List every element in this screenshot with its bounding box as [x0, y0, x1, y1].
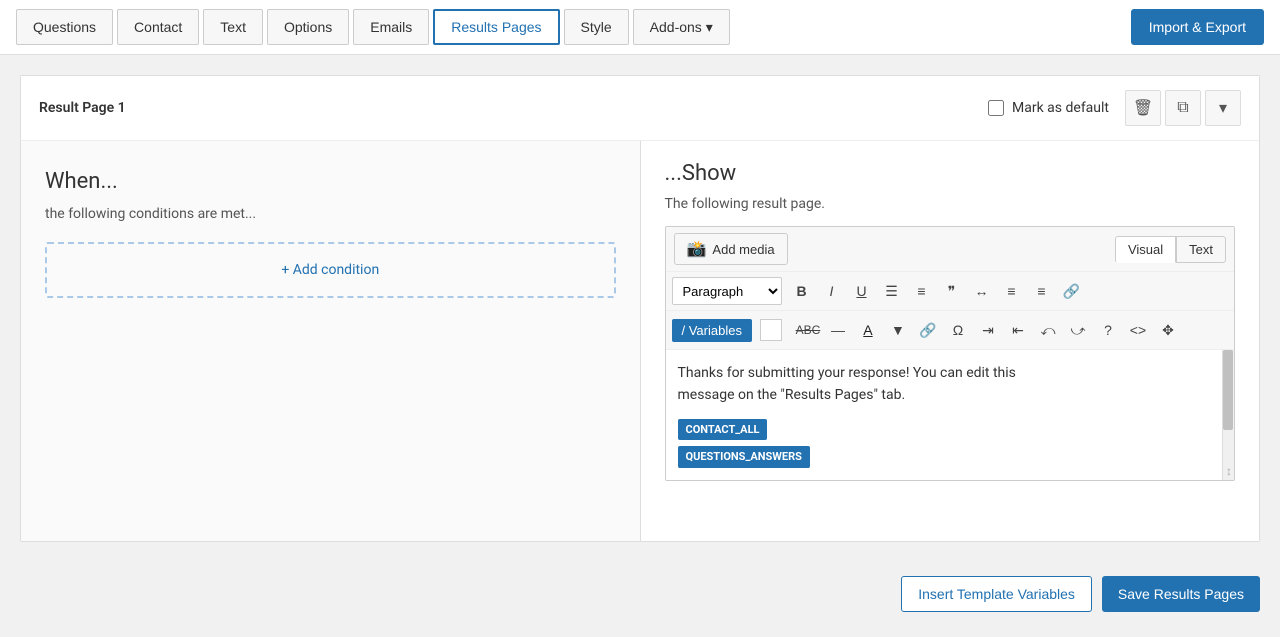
text-color-button[interactable]: A — [854, 316, 882, 344]
editor-content-wrapper: Thanks for submitting your response! You… — [666, 350, 1235, 480]
strikethrough-button[interactable]: ABC — [794, 316, 822, 344]
mark-default-checkbox[interactable] — [988, 100, 1004, 116]
tab-questions[interactable]: Questions — [16, 9, 113, 45]
ordered-list-button[interactable]: ≡ — [908, 277, 936, 305]
redo-button[interactable]: ⤻ — [1064, 316, 1092, 344]
blockquote-button[interactable]: ❞ — [938, 277, 966, 305]
unordered-list-button[interactable]: ☰ — [878, 277, 906, 305]
dropdown-color-button[interactable]: ▼ — [884, 316, 912, 344]
collapse-button[interactable]: ▾ — [1205, 90, 1241, 126]
italic-button[interactable]: I — [818, 277, 846, 305]
main-content: Result Page 1 Mark as default 🗑 ⧉ ▾ When… — [0, 55, 1280, 562]
add-condition-box[interactable]: + Add condition — [45, 242, 616, 298]
mark-default-label: Mark as default — [1012, 100, 1109, 116]
align-right-button[interactable]: ≡ — [1028, 277, 1056, 305]
show-column: ...Show The following result page. 📸 Add… — [641, 141, 1260, 541]
bold-button[interactable]: B — [788, 277, 816, 305]
show-description: The following result page. — [665, 196, 1236, 212]
insert-template-variables-button[interactable]: Insert Template Variables — [901, 576, 1092, 612]
editor-scrollbar-track — [1222, 350, 1234, 480]
underline-button[interactable]: U — [848, 277, 876, 305]
clear-format-button[interactable]: 🔗 — [914, 316, 942, 344]
add-media-label: Add media — [712, 242, 774, 257]
delete-button[interactable]: 🗑 — [1125, 90, 1161, 126]
editor-text-line1: Thanks for submitting your response! You… — [678, 362, 1215, 384]
conditions-text: the following conditions are met... — [45, 206, 616, 222]
link-button[interactable]: 🔗 — [1058, 277, 1086, 305]
result-page-header: Result Page 1 Mark as default 🗑 ⧉ ▾ — [21, 76, 1259, 141]
special-chars-button[interactable]: Ω — [944, 316, 972, 344]
contact-all-tag[interactable]: CONTACT_ALL — [678, 419, 768, 441]
rich-text-editor: 📸 Add media Visual Text ParagraphHeading… — [665, 226, 1236, 481]
fullscreen-button[interactable]: ✥ — [1154, 316, 1182, 344]
paragraph-select[interactable]: ParagraphHeading 1Heading 2Heading 3Head… — [672, 277, 782, 305]
visual-tab[interactable]: Visual — [1115, 236, 1176, 263]
nav-tabs: Questions Contact Text Options Emails Re… — [16, 9, 1131, 45]
editor-top-bar: 📸 Add media Visual Text — [666, 227, 1235, 272]
tab-style[interactable]: Style — [564, 9, 629, 45]
help-button[interactable]: ? — [1094, 316, 1122, 344]
save-results-pages-button[interactable]: Save Results Pages — [1102, 576, 1260, 612]
variables-button[interactable]: / Variables — [672, 319, 752, 342]
outdent-button[interactable]: ⇤ — [1004, 316, 1032, 344]
tab-text[interactable]: Text — [203, 9, 263, 45]
chevron-down-icon: ▾ — [1219, 98, 1227, 118]
tab-results-pages[interactable]: Results Pages — [433, 9, 559, 45]
media-icon: 📸 — [687, 239, 707, 259]
editor-content[interactable]: Thanks for submitting your response! You… — [666, 350, 1235, 480]
toolbar-row-2: / Variables ABC — A ▼ 🔗 Ω ⇥ ⇤ ⤺ ⤻ ? — [666, 311, 1235, 350]
show-title: ...Show — [665, 161, 1236, 186]
copy-button[interactable]: ⧉ — [1165, 90, 1201, 126]
indent-button[interactable]: ⇥ — [974, 316, 1002, 344]
align-center-button[interactable]: ≡ — [998, 277, 1026, 305]
result-page-title: Result Page 1 — [39, 100, 988, 116]
tab-options[interactable]: Options — [267, 9, 349, 45]
result-page-card: Result Page 1 Mark as default 🗑 ⧉ ▾ When… — [20, 75, 1260, 542]
result-columns: When... the following conditions are met… — [21, 141, 1259, 541]
color-swatch[interactable] — [760, 319, 782, 341]
when-column: When... the following conditions are met… — [21, 141, 641, 541]
mark-default-area: Mark as default — [988, 100, 1109, 116]
add-condition-label: + Add condition — [281, 262, 379, 278]
add-media-button[interactable]: 📸 Add media — [674, 233, 788, 265]
questions-answers-tag[interactable]: QUESTIONS_ANSWERS — [678, 446, 810, 468]
tab-add-ons[interactable]: Add-ons ▾ — [633, 9, 730, 45]
when-title: When... — [45, 169, 616, 194]
code-view-button[interactable]: <> — [1124, 316, 1152, 344]
editor-tags: CONTACT_ALL QUESTIONS_ANSWERS — [678, 413, 1215, 468]
editor-text-line2: message on the "Results Pages" tab. — [678, 384, 1215, 406]
tab-emails[interactable]: Emails — [353, 9, 429, 45]
undo-button[interactable]: ⤺ — [1034, 316, 1062, 344]
text-tab[interactable]: Text — [1176, 236, 1226, 263]
toolbar-row-1: ParagraphHeading 1Heading 2Heading 3Head… — [666, 272, 1235, 311]
page-footer: Insert Template Variables Save Results P… — [0, 562, 1280, 626]
editor-scrollbar-thumb[interactable] — [1223, 350, 1233, 430]
import-export-button[interactable]: Import & Export — [1131, 9, 1264, 45]
tab-contact[interactable]: Contact — [117, 9, 199, 45]
copy-icon: ⧉ — [1177, 99, 1188, 117]
align-left-button[interactable]: ↔ — [968, 277, 996, 305]
editor-resize-handle[interactable]: ↕ — [1226, 464, 1232, 478]
top-navigation: Questions Contact Text Options Emails Re… — [0, 0, 1280, 55]
horizontal-rule-button[interactable]: — — [824, 316, 852, 344]
trash-icon: 🗑 — [1133, 98, 1153, 118]
editor-mode-tabs: Visual Text — [1115, 236, 1226, 263]
